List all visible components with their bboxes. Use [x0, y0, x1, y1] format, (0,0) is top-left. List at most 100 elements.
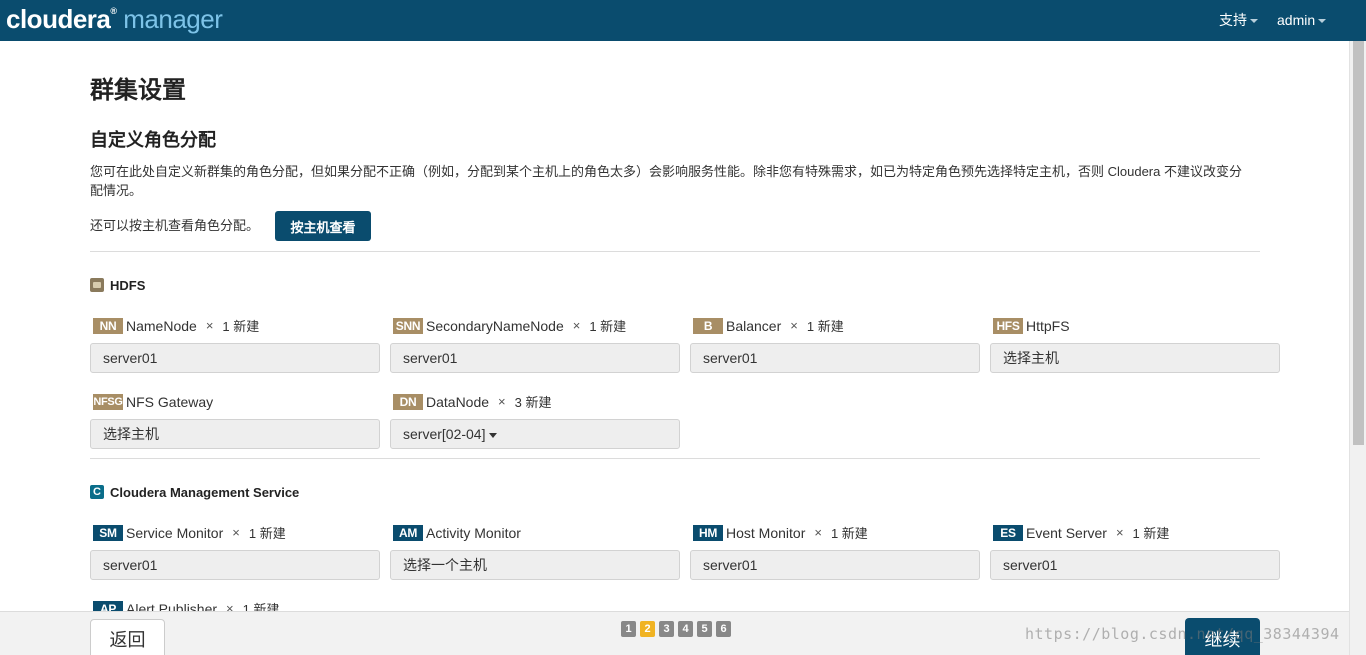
host-selector[interactable]: 选择主机	[90, 419, 380, 449]
chevron-down-icon	[1250, 19, 1258, 24]
role-nfs-gateway: NFSG NFS Gateway 选择主机	[90, 393, 380, 451]
role-instance-count: 1 新建	[830, 526, 868, 541]
hdfs-service-icon	[90, 278, 104, 292]
role-secondarynamenode: SNN SecondaryNameNode × 1 新建 server01	[390, 317, 680, 375]
role-instance-count: 1 新建	[222, 319, 260, 334]
wizard-step-1[interactable]: 1	[621, 621, 636, 637]
wizard-step-4[interactable]: 4	[678, 621, 693, 637]
view-by-host-button[interactable]: 按主机查看	[275, 211, 371, 241]
role-instance-count: 1 新建	[242, 602, 280, 611]
role-badge: HFS	[993, 317, 1023, 334]
watermark-text: https://blog.csdn.net/qq_38344394	[1025, 625, 1340, 643]
role-header: NFSG NFS Gateway	[93, 393, 213, 410]
service-header-cms: C Cloudera Management Service	[90, 483, 299, 501]
divider	[90, 458, 1260, 459]
logo-product: manager	[123, 4, 223, 34]
host-selector[interactable]: server01	[90, 343, 380, 373]
scrollbar-thumb[interactable]	[1353, 41, 1364, 445]
role-httpfs: HFS HttpFS 选择主机	[990, 317, 1280, 375]
role-activity-monitor: AM Activity Monitor 选择一个主机	[390, 524, 680, 582]
role-badge: AP	[93, 600, 123, 611]
role-instance-count: 1 新建	[248, 526, 286, 541]
page-scrollbar[interactable]	[1349, 41, 1366, 655]
service-header-hdfs: HDFS	[90, 276, 145, 294]
role-header: HM Host Monitor × 1 新建	[693, 524, 868, 541]
host-selector-value: server01	[103, 557, 158, 573]
times-sign: ×	[498, 394, 506, 409]
support-menu-label: 支持	[1219, 12, 1247, 28]
host-selector[interactable]: server01	[990, 550, 1280, 580]
role-name: Balancer	[726, 317, 782, 334]
times-sign: ×	[1115, 525, 1124, 540]
role-name: Event Server	[1026, 524, 1107, 541]
times-sign: ×	[226, 601, 234, 611]
host-selector-value: 选择主机	[103, 426, 159, 442]
host-selector[interactable]: 选择主机	[990, 343, 1280, 373]
host-selector-value: server[02-04]	[403, 426, 486, 442]
role-instance-count: 1 新建	[1132, 526, 1170, 541]
role-badge: DN	[393, 393, 423, 410]
service-name: HDFS	[110, 277, 146, 293]
role-name: HttpFS	[1026, 317, 1070, 334]
description-text: 您可在此处自定义新群集的角色分配，但如果分配不正确（例如，分配到某个主机上的角色…	[90, 164, 1242, 198]
user-menu-label: admin	[1277, 12, 1316, 28]
role-badge: B	[693, 317, 723, 334]
role-header: SNN SecondaryNameNode × 1 新建	[393, 317, 626, 334]
chevron-down-icon	[1318, 19, 1327, 24]
host-selector-value: server01	[703, 557, 758, 573]
role-badge: SNN	[393, 317, 423, 334]
role-namenode: NN NameNode × 1 新建 server01	[90, 317, 380, 375]
role-header: ES Event Server × 1 新建	[993, 524, 1169, 541]
wizard-step-2-current[interactable]: 2	[640, 621, 655, 637]
divider	[90, 251, 1260, 252]
logo-brand: cloudera	[6, 4, 111, 34]
times-sign: ×	[814, 525, 822, 540]
top-navbar: cloudera® manager 支持 admin	[0, 0, 1366, 41]
role-balancer: B Balancer × 1 新建 server01	[690, 317, 980, 375]
role-badge: SM	[93, 524, 123, 541]
role-header: DN DataNode × 3 新建	[393, 393, 551, 410]
page-title: 群集设置	[90, 77, 186, 104]
role-datanode: DN DataNode × 3 新建 server[02-04]	[390, 393, 680, 451]
wizard-step-indicator: 1 2 3 4 5 6	[621, 621, 735, 637]
host-selector-value: server01	[703, 350, 758, 366]
role-header: B Balancer × 1 新建	[693, 317, 844, 334]
wizard-step-5[interactable]: 5	[697, 621, 712, 637]
wizard-step-6[interactable]: 6	[716, 621, 731, 637]
host-selector[interactable]: server01	[690, 550, 980, 580]
host-selector[interactable]: 选择一个主机	[390, 550, 680, 580]
role-badge: NFSG	[93, 393, 123, 410]
role-alert-publisher: AP Alert Publisher × 1 新建	[90, 600, 380, 611]
logo-registered-mark: ®	[110, 6, 117, 16]
host-selector[interactable]: server01	[390, 343, 680, 373]
role-host-monitor: HM Host Monitor × 1 新建 server01	[690, 524, 980, 582]
host-selector-value: 选择主机	[1003, 350, 1059, 366]
role-badge: NN	[93, 317, 123, 334]
host-selector-value: server01	[103, 350, 158, 366]
role-service-monitor: SM Service Monitor × 1 新建 server01	[90, 524, 380, 582]
host-selector-value: server01	[1003, 557, 1058, 573]
host-selector[interactable]: server01	[90, 550, 380, 580]
role-header: AP Alert Publisher × 1 新建	[93, 600, 279, 611]
user-menu[interactable]: admin	[1277, 12, 1327, 29]
host-selector-dropdown[interactable]: server[02-04]	[390, 419, 680, 449]
times-sign: ×	[232, 525, 240, 540]
section-title: 自定义角色分配	[90, 130, 216, 150]
cloudera-manager-logo[interactable]: cloudera® manager	[6, 4, 223, 34]
role-header: SM Service Monitor × 1 新建	[93, 524, 286, 541]
by-host-hint: 还可以按主机查看角色分配。	[90, 218, 260, 233]
host-selector-value: server01	[403, 350, 458, 366]
role-name: NFS Gateway	[126, 393, 214, 410]
role-name: Service Monitor	[126, 524, 224, 541]
role-name: NameNode	[126, 317, 197, 334]
role-event-server: ES Event Server × 1 新建 server01	[990, 524, 1280, 582]
role-badge: AM	[393, 524, 423, 541]
caret-down-icon	[489, 432, 498, 438]
role-badge: HM	[693, 524, 723, 541]
support-menu[interactable]: 支持	[1219, 12, 1258, 29]
back-button[interactable]: 返回	[90, 619, 165, 655]
times-sign: ×	[572, 318, 581, 333]
wizard-step-3[interactable]: 3	[659, 621, 674, 637]
cloudera-service-icon: C	[90, 485, 104, 499]
host-selector[interactable]: server01	[690, 343, 980, 373]
